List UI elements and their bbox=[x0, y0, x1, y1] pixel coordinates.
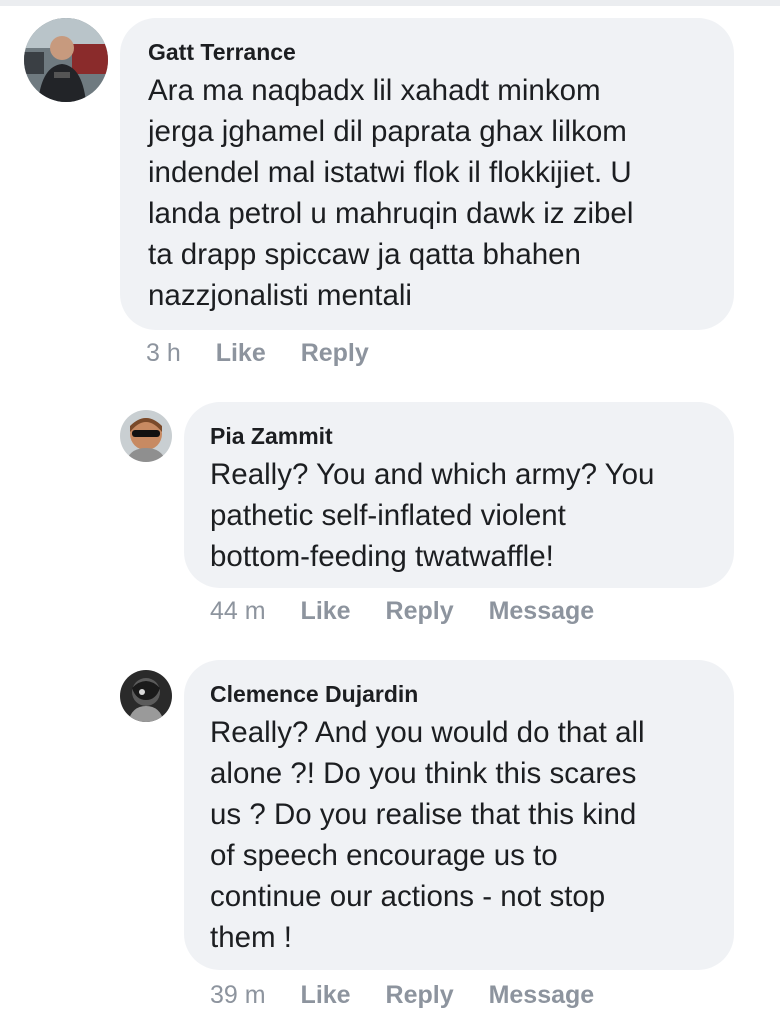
comment-actions: 39 m Like Reply Message bbox=[210, 980, 622, 1010]
message-button[interactable]: Message bbox=[489, 596, 595, 626]
avatar-photo-icon bbox=[120, 670, 172, 722]
avatar[interactable] bbox=[24, 18, 108, 102]
like-button[interactable]: Like bbox=[301, 980, 351, 1010]
comment-bubble: Pia Zammit Really? You and which army? Y… bbox=[184, 402, 734, 588]
comment-timestamp[interactable]: 3 h bbox=[146, 338, 181, 368]
like-button[interactable]: Like bbox=[301, 596, 351, 626]
avatar[interactable] bbox=[120, 410, 172, 462]
comment-text: Ara ma naqbadx lil xahadt minkom jerga j… bbox=[148, 74, 634, 312]
comment-author[interactable]: Gatt Terrance bbox=[148, 38, 712, 66]
comment-bubble: Clemence Dujardin Really? And you would … bbox=[184, 660, 734, 970]
comment-bubble: Gatt Terrance Ara ma naqbadx lil xahadt … bbox=[120, 18, 734, 330]
avatar-photo-icon bbox=[120, 410, 172, 462]
comment-author[interactable]: Pia Zammit bbox=[210, 422, 712, 450]
comment-timestamp[interactable]: 44 m bbox=[210, 596, 266, 626]
comment-text: Really? You and which army? You pathetic… bbox=[210, 458, 655, 573]
comment-author[interactable]: Clemence Dujardin bbox=[210, 680, 712, 708]
reply-button[interactable]: Reply bbox=[386, 980, 454, 1010]
like-button[interactable]: Like bbox=[216, 338, 266, 368]
top-divider bbox=[0, 0, 780, 6]
comment-timestamp[interactable]: 39 m bbox=[210, 980, 266, 1010]
reply-button[interactable]: Reply bbox=[386, 596, 454, 626]
comment-text: Really? And you would do that all alone … bbox=[210, 716, 645, 954]
comment-actions: 3 h Like Reply bbox=[146, 338, 397, 368]
comment-actions: 44 m Like Reply Message bbox=[210, 596, 622, 626]
message-button[interactable]: Message bbox=[489, 980, 595, 1010]
avatar-photo-icon bbox=[24, 18, 108, 102]
avatar[interactable] bbox=[120, 670, 172, 722]
reply-button[interactable]: Reply bbox=[301, 338, 369, 368]
